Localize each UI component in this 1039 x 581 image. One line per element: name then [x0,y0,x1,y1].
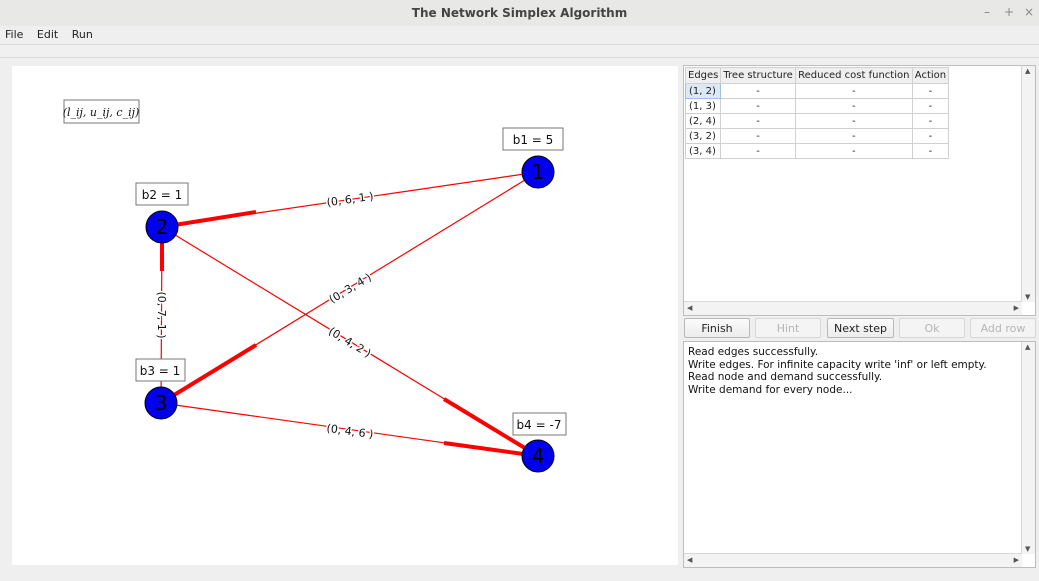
log-horizontal-scrollbar[interactable]: ◀ ▶ [684,553,1022,567]
column-header-edges[interactable]: Edges [684,67,722,84]
minimize-icon[interactable]: – [984,5,990,19]
scroll-left-icon[interactable]: ◀ [687,556,692,564]
table-cell[interactable]: - [911,98,950,114]
edge-label-3-4: (0, 4, 6 ) [326,422,374,441]
node-2[interactable]: 2 [145,210,179,244]
table-cell[interactable]: (1, 3) [684,98,722,114]
edge-3-4: (0, 4, 6 ) [160,402,539,458]
table-cell[interactable]: - [794,143,913,159]
column-header-action[interactable]: Action [911,67,950,84]
table-row[interactable]: (1, 2) - - - [684,83,950,99]
table-cell[interactable]: (2, 4) [684,113,722,129]
table-cell[interactable]: - [794,113,913,129]
scroll-up-icon[interactable]: ▲ [1025,67,1030,75]
edges-table-panel: Edges Tree structure Reduced cost functi… [683,65,1036,316]
demand-label-2: b2 = 1 [142,188,183,202]
title-bar: The Network Simplex Algorithm – + × [0,0,1039,27]
edge-legend: (l_ij, u_ij, c_ij) [63,99,140,124]
log-output[interactable]: Read edges successfully. Write edges. Fo… [683,341,1036,568]
table-cell[interactable]: - [911,113,950,129]
node-4[interactable]: 4 [521,439,555,473]
scroll-down-icon[interactable]: ▼ [1025,545,1030,553]
edge-2-1: (0, 6, 1 ) [161,171,539,229]
table-cell[interactable]: - [720,143,796,159]
table-cell[interactable]: - [794,128,913,144]
edge-2-4: (0, 4, 2 ) [161,226,540,458]
table-cell[interactable]: - [911,83,950,99]
edge-3-1: (0, 3, 4 ) [159,171,539,405]
scroll-down-icon[interactable]: ▼ [1025,293,1030,301]
table-cell[interactable]: (1, 2) [684,83,722,99]
table-cell[interactable]: - [720,128,796,144]
table-cell[interactable]: - [720,98,796,114]
edge-label-2-4: (0, 4, 2 ) [326,325,373,360]
log-vertical-scrollbar[interactable]: ▲ ▼ [1021,342,1035,554]
node-1[interactable]: 1 [521,155,555,189]
edge-label-3-1: (0, 3, 4 ) [327,271,374,306]
scroll-right-icon[interactable]: ▶ [1014,304,1019,312]
window-title: The Network Simplex Algorithm [411,6,628,20]
hint-button[interactable]: Hint [755,318,821,338]
scroll-up-icon[interactable]: ▲ [1025,343,1030,351]
table-cell[interactable]: - [911,128,950,144]
demand-label-3: b3 = 1 [140,364,181,378]
node-3[interactable]: 3 [144,386,178,420]
next-step-button[interactable]: Next step [827,318,894,338]
demand-box-2: b2 = 1 [135,182,189,206]
demand-label-4: b4 = -7 [517,418,562,432]
edge-label-2-1: (0, 6, 1 ) [326,190,374,209]
demand-box-4: b4 = -7 [512,412,567,436]
log-lines: Read edges successfully. Write edges. Fo… [688,346,987,396]
table-vertical-scrollbar[interactable]: ▲ ▼ [1021,66,1035,302]
node-label-2: 2 [156,215,169,239]
menu-bar: File Edit Run [0,26,1039,44]
table-cell[interactable]: (3, 2) [684,128,722,144]
table-cell[interactable]: - [794,98,913,114]
log-line: Write edges. For infinite capacity write… [688,358,987,371]
table-cell[interactable]: - [720,113,796,129]
edges-table: Edges Tree structure Reduced cost functi… [684,67,950,159]
menu-file[interactable]: File [0,26,28,41]
table-horizontal-scrollbar[interactable]: ◀ ▶ [684,301,1022,315]
node-label-4: 4 [532,444,545,468]
table-cell[interactable]: - [794,83,913,99]
menu-run[interactable]: Run [67,26,98,41]
table-row[interactable]: (1, 3) - - - [684,98,950,114]
scroll-right-icon[interactable]: ▶ [1014,556,1019,564]
table-row[interactable]: (3, 4) - - - [684,143,950,159]
legend-label: (l_ij, u_ij, c_ij) [63,106,140,119]
finish-button[interactable]: Finish [684,318,750,338]
graph-canvas[interactable]: (0, 6, 1 ) (0, 3, 4 ) (0, 4, 2 ) (0, 7, … [12,66,678,565]
toolbar [0,44,1039,58]
demand-label-1: b1 = 5 [513,133,554,147]
table-cell[interactable]: (3, 4) [684,143,722,159]
demand-box-3: b3 = 1 [135,358,186,382]
maximize-icon[interactable]: + [1004,5,1014,19]
edge-label-3-2: (0, 7, 1 ) [155,291,168,338]
column-header-tree-structure[interactable]: Tree structure [720,67,796,84]
table-row[interactable]: (2, 4) - - - [684,113,950,129]
table-cell[interactable]: - [720,83,796,99]
node-label-1: 1 [532,160,545,184]
log-line: Read node and demand successfully. [688,371,883,383]
table-cell[interactable]: - [911,143,950,159]
scroll-left-icon[interactable]: ◀ [687,304,692,312]
log-line: Read edges successfully. [688,346,819,358]
ok-button[interactable]: Ok [899,318,965,338]
node-label-3: 3 [155,391,168,415]
menu-edit[interactable]: Edit [32,26,63,41]
log-line: Write demand for every node... [688,383,853,396]
table-row[interactable]: (3, 2) - - - [684,128,950,144]
demand-box-1: b1 = 5 [502,127,564,151]
add-row-button[interactable]: Add row [970,318,1036,338]
column-header-reduced-cost[interactable]: Reduced cost function [794,67,913,84]
close-icon[interactable]: × [1024,5,1034,19]
